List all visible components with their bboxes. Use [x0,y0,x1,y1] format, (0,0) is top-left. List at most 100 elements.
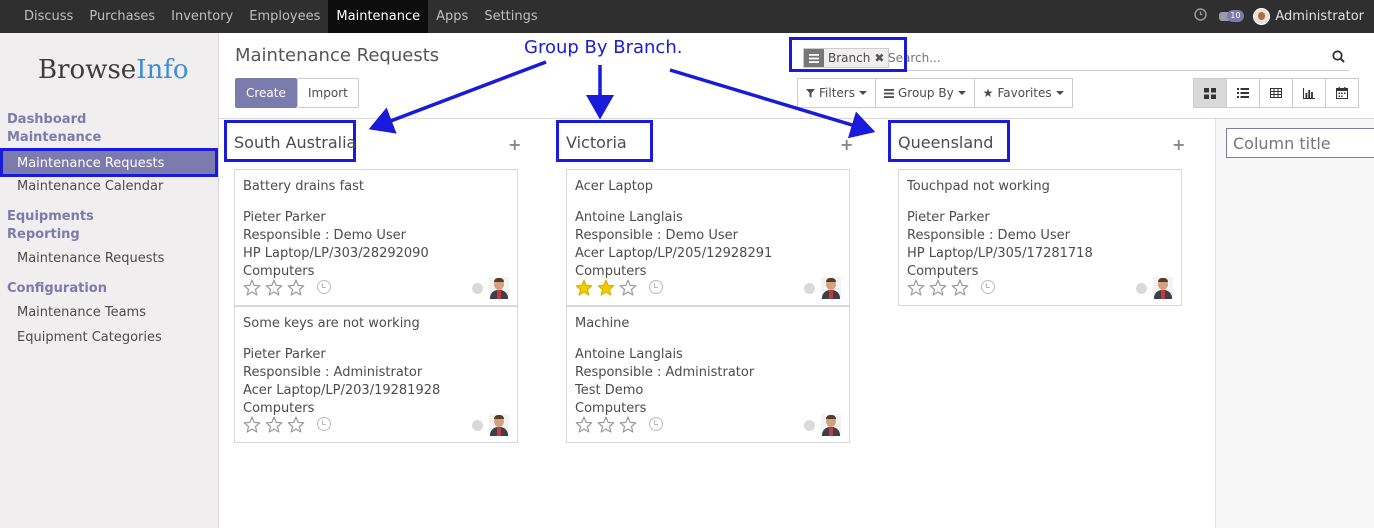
card-title: Machine [575,316,630,331]
priority-star-icon[interactable] [907,279,925,300]
menu-apps[interactable]: Apps [428,0,476,33]
activity-clock-icon[interactable] [649,280,663,294]
priority-star-icon[interactable] [243,279,261,300]
card-equipment: Acer Laptop/LP/203/19281928 [243,383,441,398]
priority-star-icon[interactable] [597,279,615,300]
add-card-icon[interactable]: + [840,135,853,154]
assignee-avatar [489,414,509,436]
kanban-card[interactable]: Touchpad not working Pieter Parker Respons… [898,169,1182,306]
priority-stars[interactable] [575,279,637,300]
card-responsible: Responsible : Demo User [243,228,406,243]
priority-stars[interactable] [243,416,305,437]
activity-clock-icon[interactable] [981,280,995,294]
menu-purchases[interactable]: Purchases [81,0,163,33]
browseinfo-logo: BrowseInfo [38,55,189,85]
chat-icon[interactable]: 10 [1219,9,1244,24]
assignee-avatar [821,277,841,299]
kanban-card[interactable]: Acer Laptop Antoine Langlais Responsible :… [566,169,850,306]
card-responsible: Responsible : Demo User [575,228,738,243]
column-title[interactable]: Queensland [898,133,993,152]
column-title[interactable]: Victoria [566,133,627,152]
calendar-view-button[interactable] [1325,78,1359,108]
top-navbar: Discuss Purchases Inventory Employees Ma… [0,0,1374,33]
search-input[interactable] [888,48,1308,68]
kanban-view-button[interactable] [1193,78,1227,108]
assignee-avatar [489,277,509,299]
column-title[interactable]: South Australia [234,133,356,152]
card-owner: Pieter Parker [243,347,326,362]
priority-star-icon[interactable] [265,416,283,437]
priority-stars[interactable] [907,279,969,300]
priority-star-icon[interactable] [951,279,969,300]
kanban-state-dot[interactable] [472,283,483,294]
menu-inventory[interactable]: Inventory [163,0,241,33]
priority-star-icon[interactable] [287,279,305,300]
group-by-dropdown[interactable]: Group By [874,78,975,108]
search-options: Filters Group By ★ Favorites [797,78,1073,108]
priority-star-icon[interactable] [243,416,261,437]
sidebar-item-reporting-requests[interactable]: Maintenance Requests [17,251,164,266]
priority-star-icon[interactable] [265,279,283,300]
graph-view-button[interactable] [1292,78,1326,108]
branch-facet-highlight [789,37,907,72]
card-owner: Antoine Langlais [575,347,683,362]
sidebar-section-maintenance: Maintenance [7,130,102,145]
user-avatar [1253,8,1271,25]
sidebar-item-maintenance-requests[interactable]: Maintenance Requests [0,148,218,177]
import-button[interactable]: Import [297,78,359,108]
card-title: Touchpad not working [907,179,1050,194]
app-menu: Discuss Purchases Inventory Employees Ma… [0,0,546,33]
systray: 10 Administrator [1194,0,1364,33]
priority-star-icon[interactable] [929,279,947,300]
kanban-board: South Australia + Battery drains fast Piete… [219,119,1374,528]
kanban-card[interactable]: Machine Antoine Langlais Responsible : Adm… [566,306,850,443]
kanban-state-dot[interactable] [1136,283,1147,294]
sidebar-section-equipments[interactable]: Equipments [7,209,94,224]
menu-employees[interactable]: Employees [241,0,328,33]
card-responsible: Responsible : Administrator [575,365,755,380]
column-title-input[interactable] [1226,128,1374,158]
sidebar-dashboard[interactable]: Dashboard [7,112,86,127]
favorites-dropdown[interactable]: ★ Favorites [973,78,1073,108]
kanban-state-dot[interactable] [472,420,483,431]
user-menu[interactable]: Administrator [1253,8,1364,25]
activity-clock-icon[interactable] [1194,8,1208,25]
kanban-icon [1204,87,1216,99]
priority-star-icon[interactable] [575,416,593,437]
kanban-state-dot[interactable] [804,283,815,294]
sidebar-item-equipment-categories[interactable]: Equipment Categories [17,330,162,345]
priority-star-icon[interactable] [287,416,305,437]
priority-star-icon[interactable] [575,279,593,300]
card-title: Some keys are not working [243,316,420,331]
card-category: Computers [575,401,647,416]
list-icon [1237,88,1249,98]
priority-star-icon[interactable] [619,416,637,437]
add-card-icon[interactable]: + [1172,135,1185,154]
add-card-icon[interactable]: + [508,135,521,154]
kanban-state-dot[interactable] [804,420,815,431]
kanban-card[interactable]: Battery drains fast Pieter Parker Responsi… [234,169,518,306]
card-responsible: Responsible : Administrator [243,365,423,380]
sidebar-section-configuration: Configuration [7,281,107,296]
search-icon[interactable] [1332,50,1345,63]
card-category: Computers [907,264,979,279]
priority-stars[interactable] [575,416,637,437]
create-button[interactable]: Create [235,78,297,108]
priority-stars[interactable] [243,279,305,300]
priority-star-icon[interactable] [619,279,637,300]
activity-clock-icon[interactable] [317,417,331,431]
priority-star-icon[interactable] [597,416,615,437]
sidebar-item-maintenance-calendar[interactable]: Maintenance Calendar [17,179,163,194]
list-view-button[interactable] [1226,78,1260,108]
menu-discuss[interactable]: Discuss [16,0,81,33]
sidebar-item-maintenance-teams[interactable]: Maintenance Teams [17,305,146,320]
kanban-card[interactable]: Some keys are not working Pieter Parker Re… [234,306,518,443]
filters-dropdown[interactable]: Filters [797,78,876,108]
assignee-avatar [821,414,841,436]
activity-clock-icon[interactable] [317,280,331,294]
activity-clock-icon[interactable] [649,417,663,431]
menu-settings[interactable]: Settings [476,0,545,33]
card-owner: Pieter Parker [907,210,990,225]
pivot-view-button[interactable] [1259,78,1293,108]
menu-maintenance[interactable]: Maintenance [328,0,429,33]
